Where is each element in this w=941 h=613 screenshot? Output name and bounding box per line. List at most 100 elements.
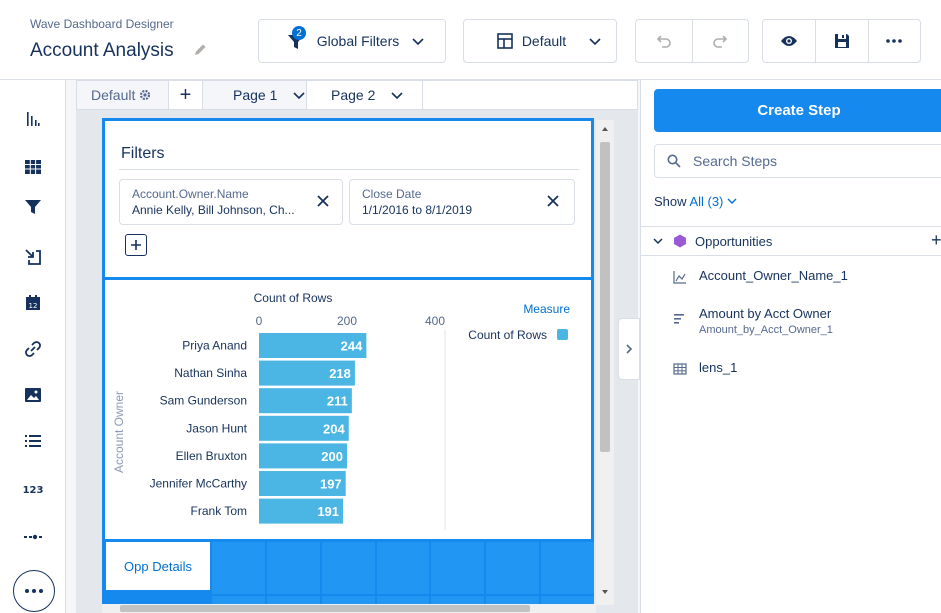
compare-table-icon: [674, 314, 684, 324]
filter-card-close-date[interactable]: Close Date 1/1/2016 to 8/1/2019: [349, 179, 575, 225]
dataset-hexagon-icon: [674, 234, 686, 248]
more-horizontal-icon: [886, 39, 903, 43]
bar-chart-widget[interactable]: Count of Rows 0 200 400 Account Owner Priya A…: [102, 280, 594, 542]
filters-widget[interactable]: Filters Account.Owner.Name Annie Kelly, …: [102, 118, 594, 280]
arrow-up-icon: [602, 127, 608, 131]
bar-value-label: 211: [327, 394, 348, 409]
bar-value-label: 197: [320, 477, 342, 492]
app-name: Wave Dashboard Designer: [30, 17, 174, 31]
filter-value: 1/1/2016 to 8/1/2019: [362, 203, 473, 217]
filter-field: Close Date: [362, 187, 422, 201]
global-filters-button[interactable]: 2 Global Filters: [258, 19, 446, 63]
search-placeholder: Search Steps: [693, 153, 778, 169]
legend-label: Count of Rows: [468, 328, 547, 342]
canvas-scrollbar-vertical[interactable]: [596, 120, 614, 605]
chevron-down-icon: [293, 92, 305, 100]
tab-default-layout[interactable]: Default: [77, 81, 169, 109]
filters-count-badge: 2: [292, 26, 306, 40]
search-icon: [667, 154, 681, 168]
undo-button[interactable]: [636, 20, 692, 62]
tab-page-1[interactable]: Page 1: [203, 81, 307, 109]
create-step-button[interactable]: Create Step: [654, 89, 941, 132]
image-widget-icon[interactable]: [22, 384, 44, 406]
date-widget-icon[interactable]: 12: [22, 292, 44, 314]
header: Wave Dashboard Designer Account Analysis…: [0, 0, 941, 80]
eye-icon: [781, 36, 798, 46]
bar-value-label: 200: [321, 449, 343, 464]
chevron-right-icon: [626, 344, 633, 354]
chevron-down-icon: [412, 38, 424, 46]
close-icon[interactable]: [316, 194, 330, 208]
widget-rail: 12 123: [0, 80, 66, 613]
step-name: Account_Owner_Name_1: [699, 268, 848, 283]
category-label: Nathan Sinha: [174, 366, 247, 380]
bar-value-label: 191: [317, 504, 339, 519]
chart-widget-icon[interactable]: [22, 108, 44, 130]
filter-field: Account.Owner.Name: [132, 187, 249, 201]
steps-panel: Create Step Search Steps Show All (3) Op…: [640, 80, 941, 613]
tab-page-1-label: Page 1: [233, 87, 278, 103]
table-widget-icon[interactable]: [22, 156, 44, 178]
number-widget-icon[interactable]: 123: [22, 478, 44, 500]
step-name: Amount by Acct Owner: [699, 306, 832, 321]
chevron-down-icon: [589, 38, 601, 46]
chart-title: Count of Rows: [254, 291, 333, 305]
undo-icon: [656, 35, 671, 48]
add-step-to-section-button[interactable]: +: [931, 230, 941, 251]
x-tick-label: 0: [256, 314, 263, 328]
step-id: Amount_by_Acct_Owner_1: [699, 324, 833, 336]
x-tick-label: 400: [425, 314, 445, 328]
table-grid: [212, 542, 594, 604]
scrollbar-thumb[interactable]: [120, 605, 530, 612]
category-label: Jennifer McCarthy: [150, 477, 247, 491]
y-axis-title: Account Owner: [112, 391, 126, 473]
search-steps-input[interactable]: Search Steps: [654, 144, 941, 178]
more-actions-button[interactable]: [869, 20, 920, 62]
range-widget-icon[interactable]: [22, 526, 44, 548]
legend-title: Measure: [523, 302, 570, 316]
category-label: Sam Gunderson: [160, 394, 247, 408]
svg-text:123: 123: [23, 485, 44, 495]
step-item[interactable]: lens_1: [673, 360, 737, 375]
global-filters-label: Global Filters: [316, 33, 400, 49]
table-icon: [673, 363, 687, 375]
toggle-widget-icon[interactable]: [22, 246, 44, 268]
add-page-button[interactable]: +: [169, 81, 203, 109]
add-filter-button[interactable]: [125, 234, 147, 256]
dashboard-title[interactable]: Account Analysis: [30, 40, 174, 62]
bar-value-label: 204: [323, 421, 345, 436]
category-label: Priya Anand: [182, 339, 247, 353]
list-widget-icon[interactable]: [22, 430, 44, 452]
show-filter: Show All (3): [654, 194, 737, 209]
canvas-scrollbar-horizontal[interactable]: [102, 604, 596, 613]
close-icon[interactable]: [546, 194, 560, 208]
collapse-panel-button[interactable]: [618, 318, 640, 380]
add-page-label: +: [179, 83, 192, 106]
plus-icon: [131, 240, 141, 250]
legend-swatch: [557, 329, 568, 340]
section-opportunities[interactable]: Opportunities: [653, 231, 772, 251]
show-all-link[interactable]: All (3): [689, 194, 723, 209]
save-button[interactable]: [816, 20, 867, 62]
chevron-down-icon: [727, 198, 737, 204]
bar-chart: Count of Rows 0 200 400 Account Owner Priya A…: [112, 291, 570, 530]
step-item[interactable]: Amount by Acct Owner Amount_by_Acct_Owne…: [673, 306, 833, 336]
scrollbar-thumb[interactable]: [600, 142, 610, 452]
filter-widget-icon[interactable]: [22, 196, 44, 218]
step-item[interactable]: Account_Owner_Name_1: [673, 268, 848, 284]
layout-icon: [497, 33, 513, 49]
redo-button[interactable]: [693, 20, 748, 62]
save-icon: [834, 34, 849, 48]
more-widgets-button[interactable]: [13, 570, 55, 612]
bar-value-label: 218: [329, 366, 351, 381]
preview-button[interactable]: [763, 20, 815, 62]
show-label: Show: [654, 194, 687, 209]
pencil-icon[interactable]: [192, 42, 208, 58]
table-widget[interactable]: Opp Details: [102, 542, 594, 604]
opp-details-label[interactable]: Opp Details: [106, 542, 210, 590]
link-widget-icon[interactable]: [22, 338, 44, 360]
layout-select[interactable]: Default: [463, 19, 617, 63]
category-label: Ellen Bruxton: [176, 449, 247, 463]
filter-card-owner[interactable]: Account.Owner.Name Annie Kelly, Bill Joh…: [119, 179, 343, 225]
tab-page-2[interactable]: Page 2: [307, 81, 423, 109]
